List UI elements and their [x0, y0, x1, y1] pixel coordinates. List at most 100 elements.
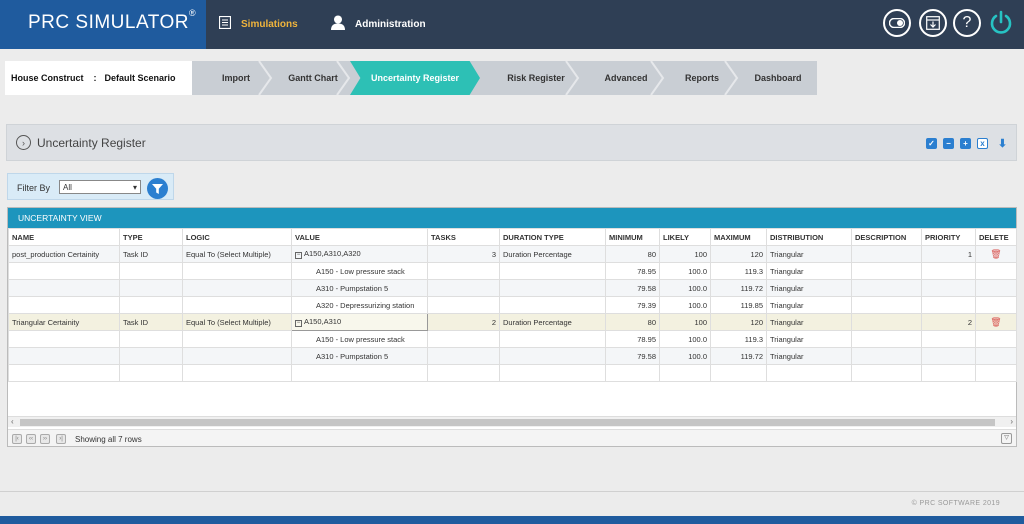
table-row-empty[interactable]	[8, 364, 1017, 382]
cell-distribution: Triangular	[766, 347, 852, 365]
col-header-tasks[interactable]: TASKS	[427, 228, 500, 246]
chevron-right-icon[interactable]: ›	[16, 135, 31, 150]
power-icon[interactable]	[987, 9, 1015, 37]
cell-value: A320 - Depressurizing station	[291, 296, 428, 314]
nav-administration[interactable]: Administration	[331, 14, 426, 34]
cell-description[interactable]	[851, 313, 922, 331]
filter-select[interactable]: All ▾	[59, 180, 141, 194]
cell-likely: 100.0	[659, 330, 711, 348]
cell-likely[interactable]: 100	[659, 245, 711, 263]
uncertainty-table: NAME TYPE LOGIC VALUE TASKS DURATION TYP…	[8, 228, 1017, 382]
scrollbar-thumb[interactable]	[20, 419, 995, 426]
prev-page-icon[interactable]: ‹‹	[26, 434, 36, 444]
pager-status: Showing all 7 rows	[75, 435, 142, 444]
cell-value-text: A150,A310	[304, 317, 342, 326]
first-page-icon[interactable]: |‹	[12, 434, 22, 444]
cell-value: A150 - Low pressure stack	[291, 262, 428, 280]
check-all-icon[interactable]: ✓	[926, 138, 937, 149]
cell-maximum[interactable]: 120	[710, 245, 767, 263]
col-header-name[interactable]: NAME	[8, 228, 120, 246]
app-logo[interactable]: PRC SIMULATOR®	[0, 0, 206, 49]
cell-likely[interactable]: 100	[659, 313, 711, 331]
cell-description[interactable]	[851, 245, 922, 263]
cell-likely: 100.0	[659, 296, 711, 314]
uncertainty-grid: UNCERTAINTY VIEW NAME TYPE LOGIC VALUE T…	[7, 207, 1017, 447]
cell-value[interactable]: − A150,A310	[291, 313, 428, 331]
cell-logic[interactable]: Equal To (Select Multiple)	[182, 313, 292, 331]
excel-export-icon[interactable]: x	[977, 138, 988, 149]
table-row[interactable]: post_production Certainity Task ID Equal…	[8, 245, 1017, 263]
cell-tasks[interactable]: 2	[427, 313, 500, 331]
trash-icon[interactable]: 🗑	[975, 313, 1017, 331]
col-header-type[interactable]: TYPE	[119, 228, 183, 246]
table-row: A150 - Low pressure stack 78.95 100.0 11…	[8, 330, 1017, 348]
cell-minimum[interactable]: 80	[605, 313, 660, 331]
cell-duration-type[interactable]: Duration Percentage	[499, 313, 606, 331]
download-arrow-icon[interactable]: ⬇	[997, 138, 1008, 150]
settings-icon[interactable]: ▽	[1001, 433, 1012, 444]
cell-distribution[interactable]: Triangular	[766, 245, 852, 263]
collapse-row-icon[interactable]: −	[295, 252, 302, 259]
filter-button[interactable]	[147, 178, 168, 199]
copyright: © PRC SOFTWARE 2019	[911, 500, 1000, 507]
cell-distribution: Triangular	[766, 262, 852, 280]
table-row: A150 - Low pressure stack 78.95 100.0 11…	[8, 262, 1017, 280]
grid-caption: UNCERTAINTY VIEW	[8, 208, 1016, 228]
col-header-logic[interactable]: LOGIC	[182, 228, 292, 246]
cell-minimum: 79.58	[605, 279, 660, 297]
registered-mark: ®	[189, 8, 197, 18]
col-header-minimum[interactable]: MINIMUM	[605, 228, 660, 246]
pager: |‹ ‹‹ ›› ›| Showing all 7 rows ▽	[8, 429, 1016, 446]
cell-tasks[interactable]: 3	[427, 245, 500, 263]
col-header-likely[interactable]: LIKELY	[659, 228, 711, 246]
cell-logic[interactable]: Equal To (Select Multiple)	[182, 245, 292, 263]
table-row: A310 - Pumpstation 5 79.58 100.0 119.72 …	[8, 347, 1017, 365]
cell-maximum: 119.3	[710, 330, 767, 348]
cell-value: A310 - Pumpstation 5	[291, 347, 428, 365]
horizontal-scrollbar[interactable]: ‹ ›	[8, 416, 1016, 427]
table-row: A320 - Depressurizing station 79.39 100.…	[8, 296, 1017, 314]
cell-likely: 100.0	[659, 279, 711, 297]
download-icon[interactable]	[919, 9, 947, 37]
cell-priority[interactable]: 2	[921, 313, 976, 331]
table-row: A310 - Pumpstation 5 79.58 100.0 119.72 …	[8, 279, 1017, 297]
filter-select-value: All	[63, 182, 72, 192]
cell-likely: 100.0	[659, 347, 711, 365]
collapse-row-icon[interactable]: −	[295, 320, 302, 327]
col-header-distribution[interactable]: DISTRIBUTION	[766, 228, 852, 246]
cell-distribution: Triangular	[766, 296, 852, 314]
help-icon[interactable]: ?	[953, 9, 981, 37]
cell-type[interactable]: Task ID	[119, 313, 183, 331]
nav-administration-label: Administration	[355, 18, 426, 30]
cell-maximum[interactable]: 120	[710, 313, 767, 331]
next-page-icon[interactable]: ››	[40, 434, 50, 444]
cell-name[interactable]: post_production Certainity	[8, 245, 120, 263]
cell-name[interactable]: Triangular Certainity	[8, 313, 120, 331]
panel-header: › Uncertainty Register ✓ − + x ⬇	[6, 124, 1017, 161]
trash-icon[interactable]: 🗑	[975, 245, 1017, 263]
col-header-value[interactable]: VALUE	[291, 228, 428, 246]
nav-simulations[interactable]: Simulations	[218, 14, 298, 34]
table-row-selected[interactable]: Triangular Certainity Task ID Equal To (…	[8, 313, 1017, 331]
cell-duration-type[interactable]: Duration Percentage	[499, 245, 606, 263]
cell-maximum: 119.72	[710, 279, 767, 297]
col-header-duration-type[interactable]: DURATION TYPE	[499, 228, 606, 246]
cell-priority[interactable]: 1	[921, 245, 976, 263]
chevron-down-icon: ▾	[132, 182, 137, 192]
scroll-right-icon[interactable]: ›	[1010, 417, 1013, 426]
cell-minimum[interactable]: 80	[605, 245, 660, 263]
cell-value[interactable]: − A150,A310,A320	[291, 245, 428, 263]
cell-type[interactable]: Task ID	[119, 245, 183, 263]
user-icon	[331, 15, 345, 33]
cell-distribution[interactable]: Triangular	[766, 313, 852, 331]
col-header-delete[interactable]: DELETE	[975, 228, 1017, 246]
scroll-left-icon[interactable]: ‹	[11, 417, 14, 426]
cell-likely: 100.0	[659, 262, 711, 280]
col-header-description[interactable]: DESCRIPTION	[851, 228, 922, 246]
collapse-icon[interactable]: −	[943, 138, 954, 149]
col-header-priority[interactable]: PRIORITY	[921, 228, 976, 246]
expand-icon[interactable]: +	[960, 138, 971, 149]
last-page-icon[interactable]: ›|	[56, 434, 66, 444]
toggle-icon[interactable]	[883, 9, 911, 37]
col-header-maximum[interactable]: MAXIMUM	[710, 228, 767, 246]
